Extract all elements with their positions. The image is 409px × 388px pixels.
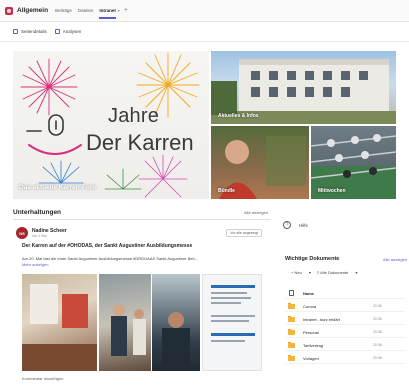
post-timestamp: Vor 1 Std. (32, 234, 48, 238)
avatar[interactable]: NS (16, 227, 28, 239)
divider (13, 219, 271, 220)
help-label: Hilfe (299, 222, 309, 228)
document-date: 20.06. (373, 330, 383, 334)
document-date: 20.06. (373, 356, 383, 360)
firework-green (104, 168, 142, 190)
document-name: Tarifvertrag (303, 342, 324, 348)
folder-icon (287, 315, 295, 322)
show-more-link[interactable]: Mehr anzeigen (22, 262, 48, 267)
hero-main-caption: Das aktuelle Karren-Foto (19, 184, 96, 191)
tile-aktuelles[interactable]: Aktuelles & Infos (211, 51, 396, 124)
hero-section: Jahre Der Karren Das aktuelle Karren-Fot… (13, 51, 396, 199)
add-comment-button[interactable]: Kommentar hinzufügen (22, 376, 63, 381)
flyer-graphic (211, 285, 255, 342)
document-name: Corona (303, 303, 317, 309)
tile-buendle[interactable]: Bündle (211, 126, 309, 199)
conversation-post[interactable]: NS Nadine Scheer Vor 1 Std. Vor alle ang… (16, 227, 270, 385)
post-headline: Der Karren auf der #OHODAS, der Sankt Au… (22, 243, 193, 249)
column-name-header[interactable]: Name (303, 291, 373, 296)
page-actions: Seitendetails Analysen (0, 22, 409, 42)
tile-mittwochen[interactable]: Mittwochen (311, 126, 396, 199)
document-row[interactable]: Tarifvertrag 20.06. (285, 340, 405, 351)
hero-main-tile[interactable]: Jahre Der Karren Das aktuelle Karren-Fot… (13, 51, 209, 199)
logo-jahre: Jahre (108, 105, 160, 127)
documents-toolbar: + Neu ▾ ≡ Alle Dokumente ▾ (291, 270, 364, 275)
file-type-icon (288, 290, 294, 296)
document-name: Vorlagen (303, 355, 319, 361)
tile-aktuelles-label: Aktuelles & Infos (218, 113, 259, 119)
chart-icon (54, 29, 60, 34)
post-visibility-button[interactable]: Vor alle angezeigt (226, 229, 262, 237)
help-button[interactable]: ? Hilfe (283, 221, 308, 229)
new-label: Neu (294, 270, 302, 275)
document-date: 20.06. (373, 317, 383, 321)
post-body: Am 20. Mai fast die erste Sankt Augustin… (22, 256, 199, 261)
documents-title: Wichtige Dokumente (285, 256, 340, 262)
documents-see-all-link[interactable]: Alle anzeigen (383, 257, 407, 262)
folder-icon (287, 341, 295, 348)
team-icon (5, 6, 13, 15)
analytics-button[interactable]: Analysen (54, 29, 82, 34)
document-date: 20.06. (373, 304, 383, 308)
document-row[interactable]: Intranet - kurz erklärt 20.06. (285, 314, 405, 325)
tab-beitraege[interactable]: Beiträge (55, 0, 72, 22)
chevron-down-icon[interactable]: ▾ (118, 8, 120, 13)
photo-person-graphic (162, 312, 190, 371)
post-photo-2[interactable] (99, 274, 151, 371)
folder-icon (287, 328, 295, 335)
folder-icon (287, 354, 295, 361)
logo-mark (26, 114, 82, 155)
analytics-label: Analysen (62, 29, 82, 34)
photo-crowd-graphic (111, 304, 146, 356)
document-row[interactable]: Corona 20.06. (285, 301, 405, 312)
tab-bar: Allgemein Beiträge Dateien Intranet ▾ + (0, 0, 409, 22)
document-row[interactable]: Vorlagen 20.06. (285, 353, 405, 364)
folder-icon (287, 302, 295, 309)
tab-dateien[interactable]: Dateien (78, 0, 94, 22)
tile-mittwochen-label: Mittwochen (318, 188, 346, 194)
add-tab-button[interactable]: + (124, 7, 128, 14)
firework-magenta (138, 154, 188, 198)
logo-der-karren: Der Karren (86, 130, 194, 155)
page-icon (13, 29, 18, 34)
view-selector[interactable]: ≡ Alle Dokumente ▾ (317, 270, 358, 275)
firework-pink (20, 58, 78, 116)
firework-blue (38, 160, 84, 184)
post-photo-4[interactable] (202, 274, 262, 371)
page-details-label: Seitendetails (21, 29, 47, 34)
view-label: Alle Dokumente (320, 270, 349, 275)
tab-intranet[interactable]: Intranet (99, 0, 116, 22)
documents-header-row: Name (285, 288, 405, 299)
tile-buendle-label: Bündle (218, 188, 235, 194)
post-photo-3[interactable] (152, 274, 200, 371)
conversations-title: Unterhaltungen (13, 209, 62, 216)
document-row[interactable]: Personal 20.06. (285, 327, 405, 338)
channel-name: Allgemein (17, 7, 49, 14)
document-date: 20.06. (373, 343, 383, 347)
document-name: Intranet - kurz erklärt (303, 316, 340, 322)
photo-booth-graphic (22, 284, 97, 371)
question-icon: ? (283, 221, 291, 229)
page-details-button[interactable]: Seitendetails (13, 29, 47, 34)
new-button[interactable]: + Neu ▾ (291, 270, 311, 275)
conversations-see-all-link[interactable]: Alle anzeigen (244, 210, 268, 215)
documents-webpart: Wichtige Dokumente Alle anzeigen + Neu ▾… (283, 248, 409, 388)
post-photo-1[interactable] (22, 274, 97, 371)
document-name: Personal (303, 329, 319, 335)
